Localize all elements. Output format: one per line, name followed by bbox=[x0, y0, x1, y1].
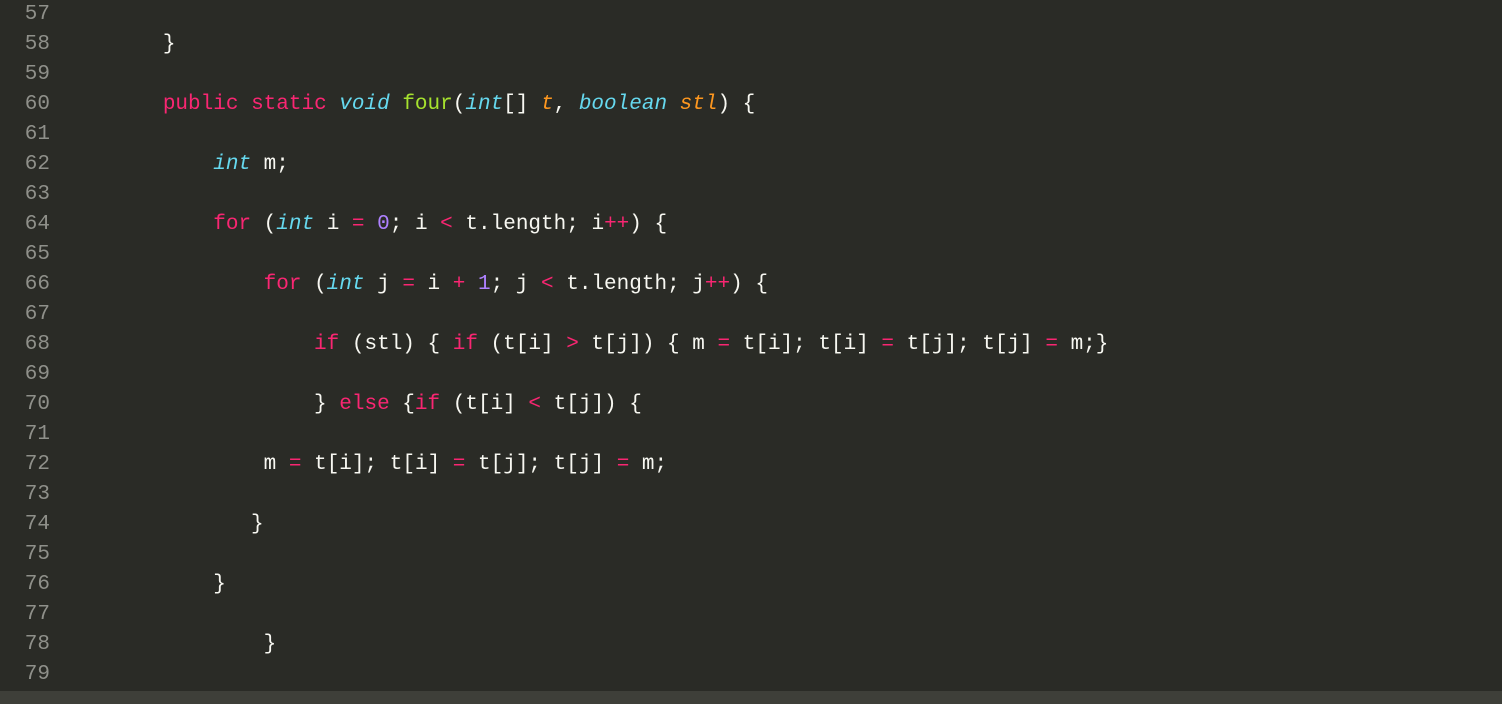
line-number: 58 bbox=[0, 30, 50, 60]
code-line[interactable]: m = t[i]; t[i] = t[j]; t[j] = m; bbox=[62, 450, 1502, 480]
line-number: 76 bbox=[0, 570, 50, 600]
code-editor[interactable]: 57 58 59 60 61 62 63 64 65 66 67 68 69 7… bbox=[0, 0, 1502, 704]
line-number: 74 bbox=[0, 510, 50, 540]
line-number-gutter: 57 58 59 60 61 62 63 64 65 66 67 68 69 7… bbox=[0, 0, 62, 704]
code-line[interactable]: } else {if (t[i] < t[j]) { bbox=[62, 390, 1502, 420]
code-line[interactable]: public static void four(int[] t, boolean… bbox=[62, 90, 1502, 120]
line-number: 57 bbox=[0, 0, 50, 30]
line-number: 60 bbox=[0, 90, 50, 120]
line-number: 64 bbox=[0, 210, 50, 240]
code-line[interactable]: } bbox=[62, 570, 1502, 600]
code-line[interactable]: } bbox=[62, 630, 1502, 660]
line-number: 61 bbox=[0, 120, 50, 150]
line-number: 70 bbox=[0, 390, 50, 420]
line-number: 59 bbox=[0, 60, 50, 90]
line-number: 62 bbox=[0, 150, 50, 180]
line-number: 78 bbox=[0, 630, 50, 660]
line-number: 69 bbox=[0, 360, 50, 390]
horizontal-scrollbar[interactable] bbox=[0, 691, 1502, 704]
line-number: 72 bbox=[0, 450, 50, 480]
code-line[interactable]: for (int j = i + 1; j < t.length; j++) { bbox=[62, 270, 1502, 300]
code-area[interactable]: } public static void four(int[] t, boole… bbox=[62, 0, 1502, 704]
line-number: 67 bbox=[0, 300, 50, 330]
line-number: 68 bbox=[0, 330, 50, 360]
code-line[interactable]: for (int i = 0; i < t.length; i++) { bbox=[62, 210, 1502, 240]
line-number: 73 bbox=[0, 480, 50, 510]
line-number: 75 bbox=[0, 540, 50, 570]
code-line[interactable]: if (stl) { if (t[i] > t[j]) { m = t[i]; … bbox=[62, 330, 1502, 360]
line-number: 77 bbox=[0, 600, 50, 630]
line-number: 71 bbox=[0, 420, 50, 450]
code-line[interactable]: } bbox=[62, 510, 1502, 540]
line-number: 65 bbox=[0, 240, 50, 270]
code-line[interactable]: } bbox=[62, 30, 1502, 60]
line-number: 63 bbox=[0, 180, 50, 210]
code-line[interactable]: int m; bbox=[62, 150, 1502, 180]
line-number: 79 bbox=[0, 660, 50, 690]
line-number: 66 bbox=[0, 270, 50, 300]
